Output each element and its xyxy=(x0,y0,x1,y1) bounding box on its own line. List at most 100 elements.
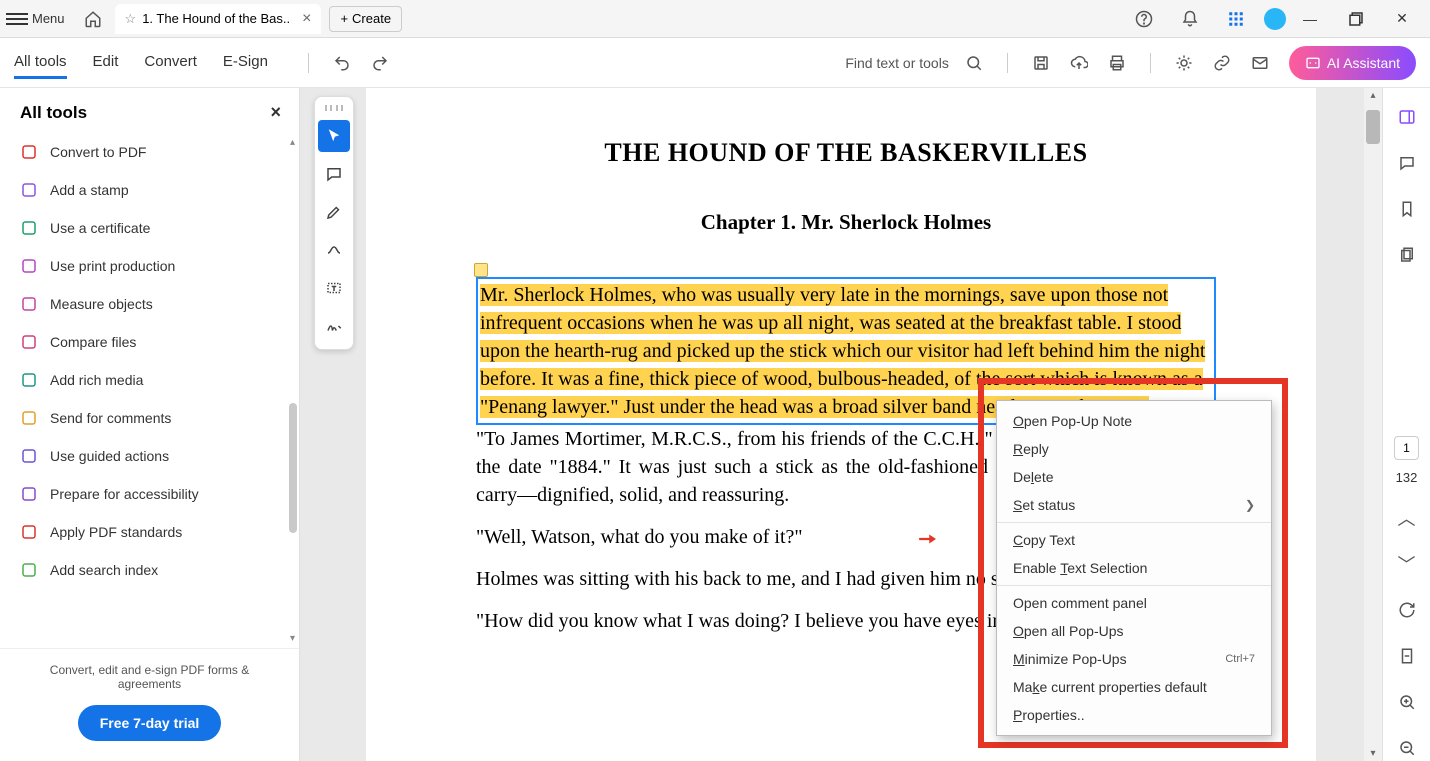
scroll-down-icon[interactable]: ▾ xyxy=(290,633,295,644)
select-tool-icon[interactable] xyxy=(318,120,350,152)
thumbnails-icon[interactable] xyxy=(1394,242,1420,268)
scrollbar-thumb[interactable] xyxy=(1366,110,1380,144)
scroll-up-icon[interactable]: ▴ xyxy=(1364,90,1382,101)
comment-tool-icon[interactable] xyxy=(318,158,350,190)
page-total: 132 xyxy=(1396,470,1418,485)
tool-label: Measure objects xyxy=(50,296,153,312)
link-icon[interactable] xyxy=(1209,50,1235,76)
note-indicator-icon[interactable] xyxy=(474,263,488,277)
context-menu-item[interactable]: Minimize Pop-UpsCtrl+7 xyxy=(997,645,1271,673)
context-menu-item[interactable]: Copy Text xyxy=(997,526,1271,554)
tool-item[interactable]: Use a certificate xyxy=(0,209,299,247)
tool-item[interactable]: Prepare for accessibility xyxy=(0,475,299,513)
sidebar-close-icon[interactable]: × xyxy=(270,102,281,123)
tab-close-icon[interactable]: × xyxy=(302,10,311,28)
rotate-icon[interactable] xyxy=(1394,597,1420,623)
tool-label: Use a certificate xyxy=(50,220,150,236)
apps-icon[interactable] xyxy=(1222,5,1250,33)
tool-item[interactable]: Use print production xyxy=(0,247,299,285)
ai-star-icon[interactable] xyxy=(1171,50,1197,76)
home-icon[interactable] xyxy=(79,5,107,33)
textbox-tool-icon[interactable] xyxy=(318,272,350,304)
tool-item[interactable]: Apply PDF standards xyxy=(0,513,299,551)
bell-icon[interactable] xyxy=(1176,5,1204,33)
tool-label: Add search index xyxy=(50,562,158,578)
fit-page-icon[interactable] xyxy=(1394,643,1420,669)
context-menu-item[interactable]: Open comment panel xyxy=(997,589,1271,617)
page-current[interactable]: 1 xyxy=(1394,436,1419,460)
page-down-icon[interactable]: ﹀ xyxy=(1394,551,1420,577)
context-menu-item[interactable]: Open Pop-Up Note xyxy=(997,407,1271,435)
trial-button[interactable]: Free 7-day trial xyxy=(78,705,222,741)
star-icon[interactable]: ☆ xyxy=(125,11,137,27)
context-menu-item[interactable]: Enable Text Selection xyxy=(997,554,1271,582)
window-close-icon[interactable]: ✕ xyxy=(1388,5,1416,33)
zoom-out-icon[interactable] xyxy=(1394,735,1420,761)
tool-icon xyxy=(20,219,38,237)
print-icon[interactable] xyxy=(1104,50,1130,76)
tool-item[interactable]: Measure objects xyxy=(0,285,299,323)
tab-convert[interactable]: Convert xyxy=(144,47,197,79)
undo-icon[interactable] xyxy=(329,50,355,76)
avatar[interactable] xyxy=(1264,8,1286,30)
help-icon[interactable] xyxy=(1130,5,1158,33)
scrollbar-thumb[interactable] xyxy=(289,403,297,533)
tab-esign[interactable]: E-Sign xyxy=(223,47,268,79)
menu-item-label: Open all Pop-Ups xyxy=(1013,623,1124,639)
redo-icon[interactable] xyxy=(367,50,393,76)
tool-item[interactable]: Send for comments xyxy=(0,399,299,437)
context-menu: Open Pop-Up Note Reply Delete Set status❯ Co… xyxy=(996,400,1272,736)
tool-icon xyxy=(20,333,38,351)
create-button[interactable]: + Create xyxy=(329,6,402,32)
hamburger-icon[interactable] xyxy=(6,8,28,30)
menu-shortcut: Ctrl+7 xyxy=(1225,653,1255,665)
highlight-tool-icon[interactable] xyxy=(318,196,350,228)
context-menu-item[interactable]: Open all Pop-Ups xyxy=(997,617,1271,645)
ai-assistant-button[interactable]: AI Assistant xyxy=(1289,46,1416,80)
window-minimize-icon[interactable]: — xyxy=(1296,5,1324,33)
mail-icon[interactable] xyxy=(1247,50,1273,76)
comment-icon[interactable] xyxy=(1394,150,1420,176)
tool-item[interactable]: Add a stamp xyxy=(0,171,299,209)
draw-tool-icon[interactable] xyxy=(318,234,350,266)
tool-icon xyxy=(20,257,38,275)
document-tab[interactable]: ☆ 1. The Hound of the Bas.. × xyxy=(115,4,322,34)
menu-item-label: Delete xyxy=(1013,469,1054,485)
tool-label: Compare files xyxy=(50,334,136,350)
tool-label: Add rich media xyxy=(50,372,143,388)
scroll-down-icon[interactable]: ▾ xyxy=(1364,748,1382,759)
tool-label: Apply PDF standards xyxy=(50,524,182,540)
sign-tool-icon[interactable] xyxy=(318,310,350,342)
context-menu-item[interactable]: Delete xyxy=(997,463,1271,491)
context-menu-item[interactable]: Set status❯ xyxy=(997,491,1271,519)
tool-item[interactable]: Compare files xyxy=(0,323,299,361)
tool-item[interactable]: Convert to PDF xyxy=(0,133,299,171)
search-icon[interactable] xyxy=(961,50,987,76)
tab-edit[interactable]: Edit xyxy=(93,47,119,79)
context-menu-item[interactable]: Properties.. xyxy=(997,701,1271,729)
context-menu-item[interactable]: Make current properties default xyxy=(997,673,1271,701)
upload-icon[interactable] xyxy=(1066,50,1092,76)
tool-item[interactable]: Use guided actions xyxy=(0,437,299,475)
save-icon[interactable] xyxy=(1028,50,1054,76)
menu-item-label: Reply xyxy=(1013,441,1049,457)
highlighted-text: Mr. Sherlock Holmes, who was usually ver… xyxy=(480,284,1205,418)
window-maximize-icon[interactable] xyxy=(1342,5,1370,33)
panel-toggle-icon[interactable] xyxy=(1394,104,1420,130)
tool-item[interactable]: Add rich media xyxy=(0,361,299,399)
tool-list: ▴ ▾ Convert to PDFAdd a stamp Use a certi… xyxy=(0,133,299,648)
main-scrollbar[interactable]: ▴ ▾ xyxy=(1364,88,1382,761)
tool-item[interactable]: Add search index xyxy=(0,551,299,589)
grip-icon[interactable] xyxy=(325,105,343,111)
tab-all-tools[interactable]: All tools xyxy=(14,47,67,79)
context-menu-item[interactable]: Reply xyxy=(997,435,1271,463)
scroll-up-icon[interactable]: ▴ xyxy=(290,137,295,148)
zoom-in-icon[interactable] xyxy=(1394,689,1420,715)
titlebar: Menu ☆ 1. The Hound of the Bas.. × + Cre… xyxy=(0,0,1430,38)
separator xyxy=(1007,53,1008,73)
menu-label[interactable]: Menu xyxy=(32,11,65,26)
tool-icon xyxy=(20,409,38,427)
bookmark-icon[interactable] xyxy=(1394,196,1420,222)
page-up-icon[interactable]: ︿ xyxy=(1394,505,1420,531)
floating-toolstrip[interactable] xyxy=(314,96,354,350)
